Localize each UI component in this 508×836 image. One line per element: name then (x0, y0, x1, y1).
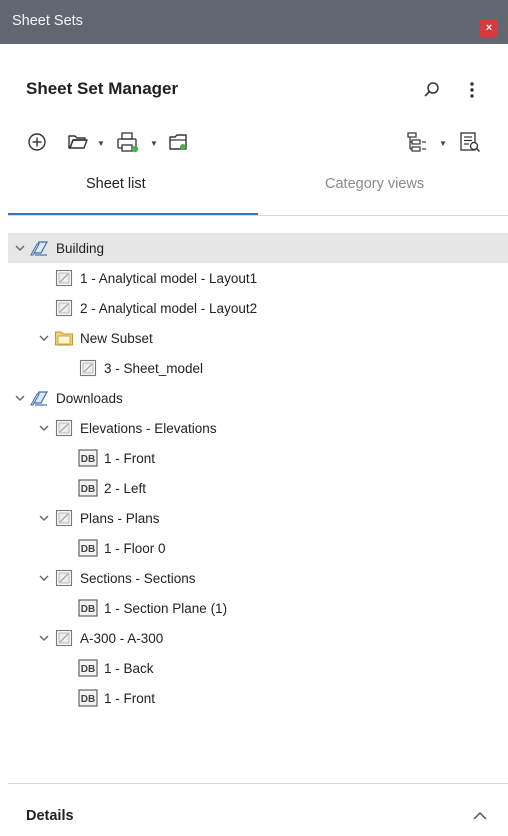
svg-text:DB: DB (81, 604, 95, 615)
chevron-down-icon[interactable] (12, 390, 28, 406)
tree-item-label: 1 - Analytical model - Layout1 (80, 270, 258, 286)
tree-item[interactable]: DB 1 - Section Plane (1) (8, 593, 508, 623)
tree-item-label: Elevations - Elevations (80, 420, 217, 436)
view-options-dropdown-caret[interactable]: ▼ (439, 139, 447, 148)
kebab-menu-icon[interactable] (465, 79, 479, 101)
tree-item[interactable]: Building (8, 233, 508, 263)
tree-item-label: A-300 - A-300 (80, 630, 164, 646)
details-divider (8, 783, 508, 784)
close-button[interactable]: × (480, 19, 498, 37)
sheet-icon (54, 508, 74, 528)
tab-divider (8, 215, 508, 216)
chevron-down-icon[interactable] (36, 510, 52, 526)
add-icon[interactable] (26, 131, 48, 153)
chevron-down-icon[interactable] (36, 420, 52, 436)
chevron-down-icon[interactable] (36, 630, 52, 646)
open-folder-icon[interactable] (66, 131, 90, 153)
drawing-icon: DB (78, 478, 98, 498)
drawing-icon: DB (78, 448, 98, 468)
drawing-icon: DB (78, 598, 98, 618)
tree-item[interactable]: New Subset (8, 323, 508, 353)
subset-folder-icon (54, 328, 74, 348)
tree-item-label: 1 - Front (104, 690, 156, 706)
svg-text:DB: DB (81, 694, 95, 705)
tree-item-label: Downloads (56, 390, 123, 406)
tree-item[interactable]: DB 2 - Left (8, 473, 508, 503)
details-title: Details (26, 808, 74, 824)
chevron-down-icon[interactable] (36, 570, 52, 586)
svg-text:DB: DB (81, 454, 95, 465)
view-options-icon[interactable] (404, 130, 430, 154)
tab-sheet-list[interactable]: Sheet list (86, 176, 146, 216)
tree-item-label: 1 - Section Plane (1) (104, 600, 228, 616)
window-titlebar: Sheet Sets × (0, 0, 508, 44)
sheet-icon (78, 358, 98, 378)
sheet-set-icon (30, 238, 50, 258)
tree-item[interactable]: DB 1 - Front (8, 683, 508, 713)
tree-item[interactable]: DB 1 - Back (8, 653, 508, 683)
tree-item-label: New Subset (80, 330, 153, 346)
sheet-set-icon[interactable] (166, 130, 190, 154)
drawing-icon: DB (78, 658, 98, 678)
tree-item[interactable]: A-300 - A-300 (8, 623, 508, 653)
chevron-down-icon[interactable] (12, 240, 28, 256)
tree-item-label: 2 - Analytical model - Layout2 (80, 300, 258, 316)
tree-item[interactable]: 1 - Analytical model - Layout1 (8, 263, 508, 293)
tree-item-label: Plans - Plans (80, 510, 160, 526)
svg-text:DB: DB (81, 544, 95, 555)
window-title: Sheet Sets (12, 13, 83, 29)
tree-item-label: 1 - Back (104, 660, 154, 676)
tree-item[interactable]: DB 1 - Floor 0 (8, 533, 508, 563)
publish-dropdown-caret[interactable]: ▼ (150, 139, 158, 148)
tree-item[interactable]: Downloads (8, 383, 508, 413)
tree-item[interactable]: DB 1 - Front (8, 443, 508, 473)
tree-item-label: Building (56, 240, 105, 256)
drawing-icon: DB (78, 538, 98, 558)
drawing-icon: DB (78, 688, 98, 708)
publish-icon[interactable] (115, 131, 141, 155)
active-tab-indicator (8, 213, 258, 215)
tree-item-label: 1 - Floor 0 (104, 540, 166, 556)
tab-category-views[interactable]: Category views (325, 176, 424, 216)
open-dropdown-caret[interactable]: ▼ (97, 139, 105, 148)
tree-item[interactable]: Sections - Sections (8, 563, 508, 593)
tree-item[interactable]: Plans - Plans (8, 503, 508, 533)
tree-item-label: 3 - Sheet_model (104, 360, 204, 376)
svg-text:DB: DB (81, 664, 95, 675)
sheet-set-icon (30, 388, 50, 408)
tree-item-label: 2 - Left (104, 480, 147, 496)
sheet-icon (54, 268, 74, 288)
svg-text:DB: DB (81, 484, 95, 495)
tree-item-label: 1 - Front (104, 450, 156, 466)
search-icon[interactable] (421, 79, 443, 101)
sheet-icon (54, 568, 74, 588)
properties-icon[interactable] (457, 130, 483, 154)
tree-item-label: Sections - Sections (80, 570, 196, 586)
sheet-icon (54, 298, 74, 318)
tree-item[interactable]: 2 - Analytical model - Layout2 (8, 293, 508, 323)
chevron-up-icon[interactable] (470, 806, 490, 826)
sheet-icon (54, 418, 74, 438)
tree-item[interactable]: Elevations - Elevations (8, 413, 508, 443)
sheet-icon (54, 628, 74, 648)
chevron-down-icon[interactable] (36, 330, 52, 346)
panel-title: Sheet Set Manager (26, 79, 179, 98)
tree-item[interactable]: 3 - Sheet_model (8, 353, 508, 383)
